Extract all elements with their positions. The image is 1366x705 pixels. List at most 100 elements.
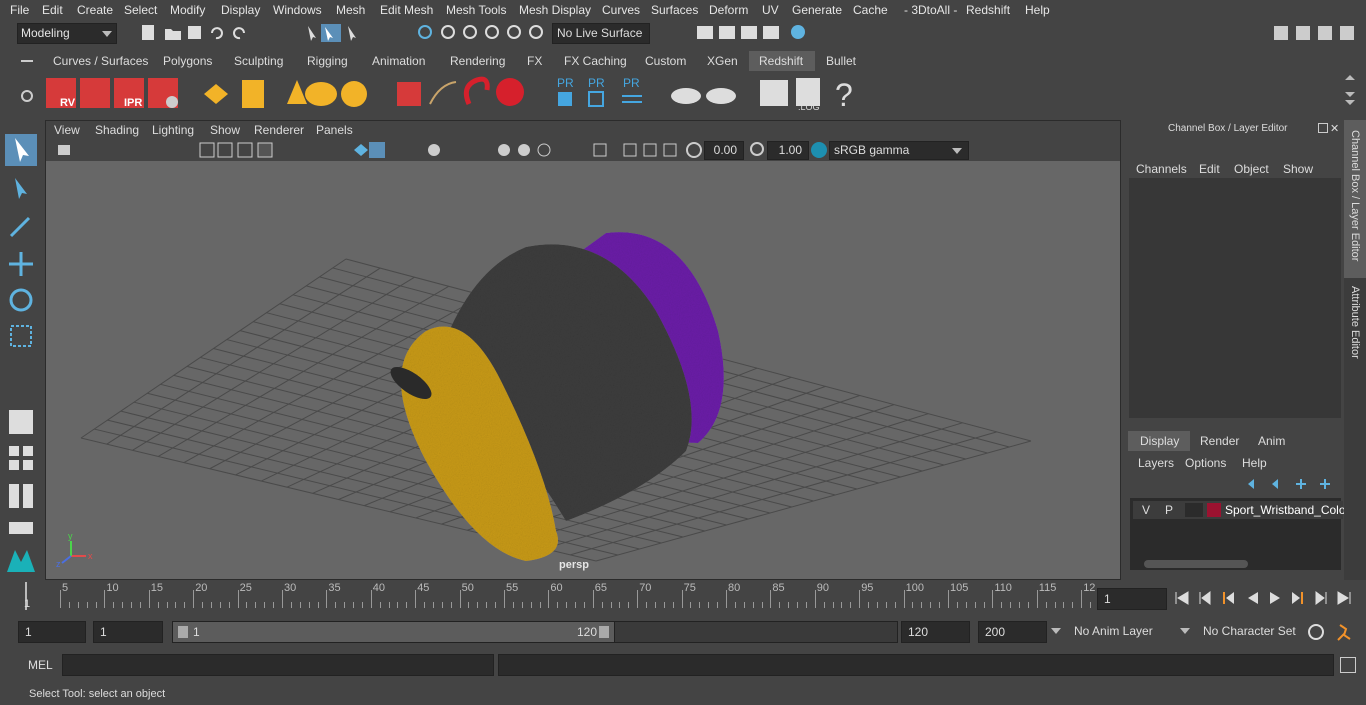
layer-reference-toggle[interactable] (1185, 503, 1203, 517)
vp-menu-panels[interactable]: Panels (316, 123, 353, 137)
range-start-handle[interactable] (178, 626, 188, 638)
menu-mesh-tools[interactable]: Mesh Tools (446, 3, 506, 17)
script-editor-icon[interactable] (1340, 657, 1356, 673)
tab-bullet[interactable]: Bullet (820, 51, 868, 71)
menu-modify[interactable]: Modify (170, 3, 205, 17)
cb-menu-object[interactable]: Object (1234, 162, 1269, 176)
menu-uv[interactable]: UV (762, 3, 779, 17)
close-icon[interactable]: ✕ (1330, 122, 1339, 135)
layer-scrollbar[interactable] (1144, 560, 1248, 568)
tab-polygons[interactable]: Polygons (152, 51, 224, 71)
cb-menu-show[interactable]: Show (1283, 162, 1313, 176)
exposure-icon[interactable] (686, 142, 702, 158)
menu-create[interactable]: Create (77, 3, 113, 17)
gamma-icon[interactable] (750, 142, 764, 156)
vp-menu-renderer[interactable]: Renderer (254, 123, 304, 137)
tab-anim[interactable]: Anim (1248, 431, 1298, 451)
menu-mesh[interactable]: Mesh (336, 3, 365, 17)
menu-redshift[interactable]: Redshift (966, 3, 1010, 17)
tab-render[interactable]: Render (1192, 431, 1246, 451)
move-tool-icon[interactable] (5, 248, 37, 280)
menu-file[interactable]: File (10, 3, 29, 17)
time-slider[interactable]: 1 5 10 15 20 25 30 35 40 45 50 55 60 65 70 75 80 85 90 95 1… (16, 580, 1118, 612)
viewport-panel[interactable]: View Shading Lighting Show Renderer Pane… (45, 120, 1121, 580)
layer-menu-layers[interactable]: Layers (1138, 456, 1174, 470)
menu-mesh-display[interactable]: Mesh Display (519, 3, 591, 17)
gear-icon[interactable] (21, 90, 33, 102)
tab-animation[interactable]: Animation (365, 51, 435, 71)
tab-rendering[interactable]: Rendering (441, 51, 513, 71)
vp-menu-show[interactable]: Show (210, 123, 240, 137)
vp-menu-lighting[interactable]: Lighting (152, 123, 194, 137)
range-end-handle[interactable] (599, 626, 609, 638)
exposure-field[interactable]: 0.00 (704, 141, 744, 160)
shelf-menu-icon[interactable] (21, 60, 33, 62)
layer-action-icons[interactable] (1244, 476, 1340, 492)
shelf-icons[interactable]: RV IPR PR PR PR .LOG ? (44, 74, 874, 114)
scale-tool-icon[interactable] (5, 320, 37, 352)
layout-two-icon[interactable] (5, 480, 37, 512)
layer-menu-help[interactable]: Help (1242, 456, 1267, 470)
select-tool-icon[interactable] (5, 134, 37, 166)
anim-start-field[interactable]: 1 (93, 621, 163, 643)
start-time-field[interactable]: 1 (18, 621, 86, 643)
menu-edit-mesh[interactable]: Edit Mesh (380, 3, 433, 17)
tab-xgen[interactable]: XGen (700, 51, 744, 71)
range-slider[interactable]: 1 120 (172, 621, 616, 643)
float-icon[interactable] (1318, 123, 1328, 133)
tab-rigging[interactable]: Rigging (300, 51, 360, 71)
tab-curves-surfaces[interactable]: Curves / Surfaces (44, 51, 148, 71)
tab-sculpting[interactable]: Sculpting (226, 51, 294, 71)
prefs-icons[interactable] (1306, 622, 1362, 642)
layout-outliner-icon[interactable] (5, 514, 37, 546)
command-input[interactable] (62, 654, 494, 676)
tab-display[interactable]: Display (1128, 431, 1190, 451)
color-space-dropdown[interactable]: sRGB gamma (829, 141, 969, 160)
vp-menu-view[interactable]: View (54, 123, 80, 137)
menu-display[interactable]: Display (221, 3, 260, 17)
playback-controls[interactable] (1172, 589, 1362, 607)
workspace-icons[interactable] (1272, 24, 1362, 42)
side-tab-channel-box[interactable]: Channel Box / Layer Editor (1344, 120, 1366, 278)
menu-deform[interactable]: Deform (709, 3, 748, 17)
layout-four-icon[interactable] (5, 442, 37, 474)
menu-curves[interactable]: Curves (602, 3, 640, 17)
cb-menu-edit[interactable]: Edit (1199, 162, 1220, 176)
paint-tool-icon[interactable] (5, 210, 37, 242)
gamma-field[interactable]: 1.00 (767, 141, 809, 160)
command-language-label[interactable]: MEL (28, 658, 53, 672)
layer-playback-toggle[interactable]: P (1165, 503, 1173, 517)
chevron-down-icon[interactable] (1051, 628, 1061, 634)
tab-custom[interactable]: Custom (637, 51, 693, 71)
chevron-down-icon[interactable] (1180, 628, 1190, 634)
cb-menu-channels[interactable]: Channels (1136, 162, 1187, 176)
menu-select[interactable]: Select (124, 3, 157, 17)
layer-menu-options[interactable]: Options (1185, 456, 1226, 470)
live-surface-field[interactable]: No Live Surface (552, 23, 650, 44)
mode-selector[interactable]: Modeling (17, 23, 117, 44)
layer-row[interactable]: V P Sport_Wristband_Colo (1133, 501, 1346, 519)
rotate-tool-icon[interactable] (5, 284, 37, 316)
menu-cache[interactable]: Cache (853, 3, 888, 17)
menu-generate[interactable]: Generate (792, 3, 842, 17)
tab-fx[interactable]: FX (520, 51, 548, 71)
vp-menu-shading[interactable]: Shading (95, 123, 139, 137)
tab-fx-caching[interactable]: FX Caching (554, 51, 634, 71)
color-management-icon[interactable] (811, 142, 827, 158)
end-time-field[interactable]: 120 (901, 621, 970, 643)
layer-visibility-toggle[interactable]: V (1142, 503, 1150, 517)
anim-end-field[interactable]: 200 (978, 621, 1047, 643)
menu-help[interactable]: Help (1025, 3, 1050, 17)
layout-single-icon[interactable] (5, 406, 37, 438)
lasso-tool-icon[interactable] (5, 172, 37, 204)
side-tab-attribute-editor[interactable]: Attribute Editor (1344, 286, 1366, 378)
menu-edit[interactable]: Edit (42, 3, 63, 17)
current-frame-field[interactable]: 1 (1097, 588, 1167, 610)
viewport-toolbar-icons[interactable] (54, 142, 694, 158)
shelf-scroll-icon[interactable] (1343, 74, 1357, 110)
tab-redshift[interactable]: Redshift (749, 51, 815, 71)
menu-3dtoall[interactable]: - 3DtoAll - (904, 3, 957, 17)
menu-surfaces[interactable]: Surfaces (651, 3, 698, 17)
menu-windows[interactable]: Windows (273, 3, 322, 17)
layer-color-swatch[interactable] (1207, 503, 1221, 517)
